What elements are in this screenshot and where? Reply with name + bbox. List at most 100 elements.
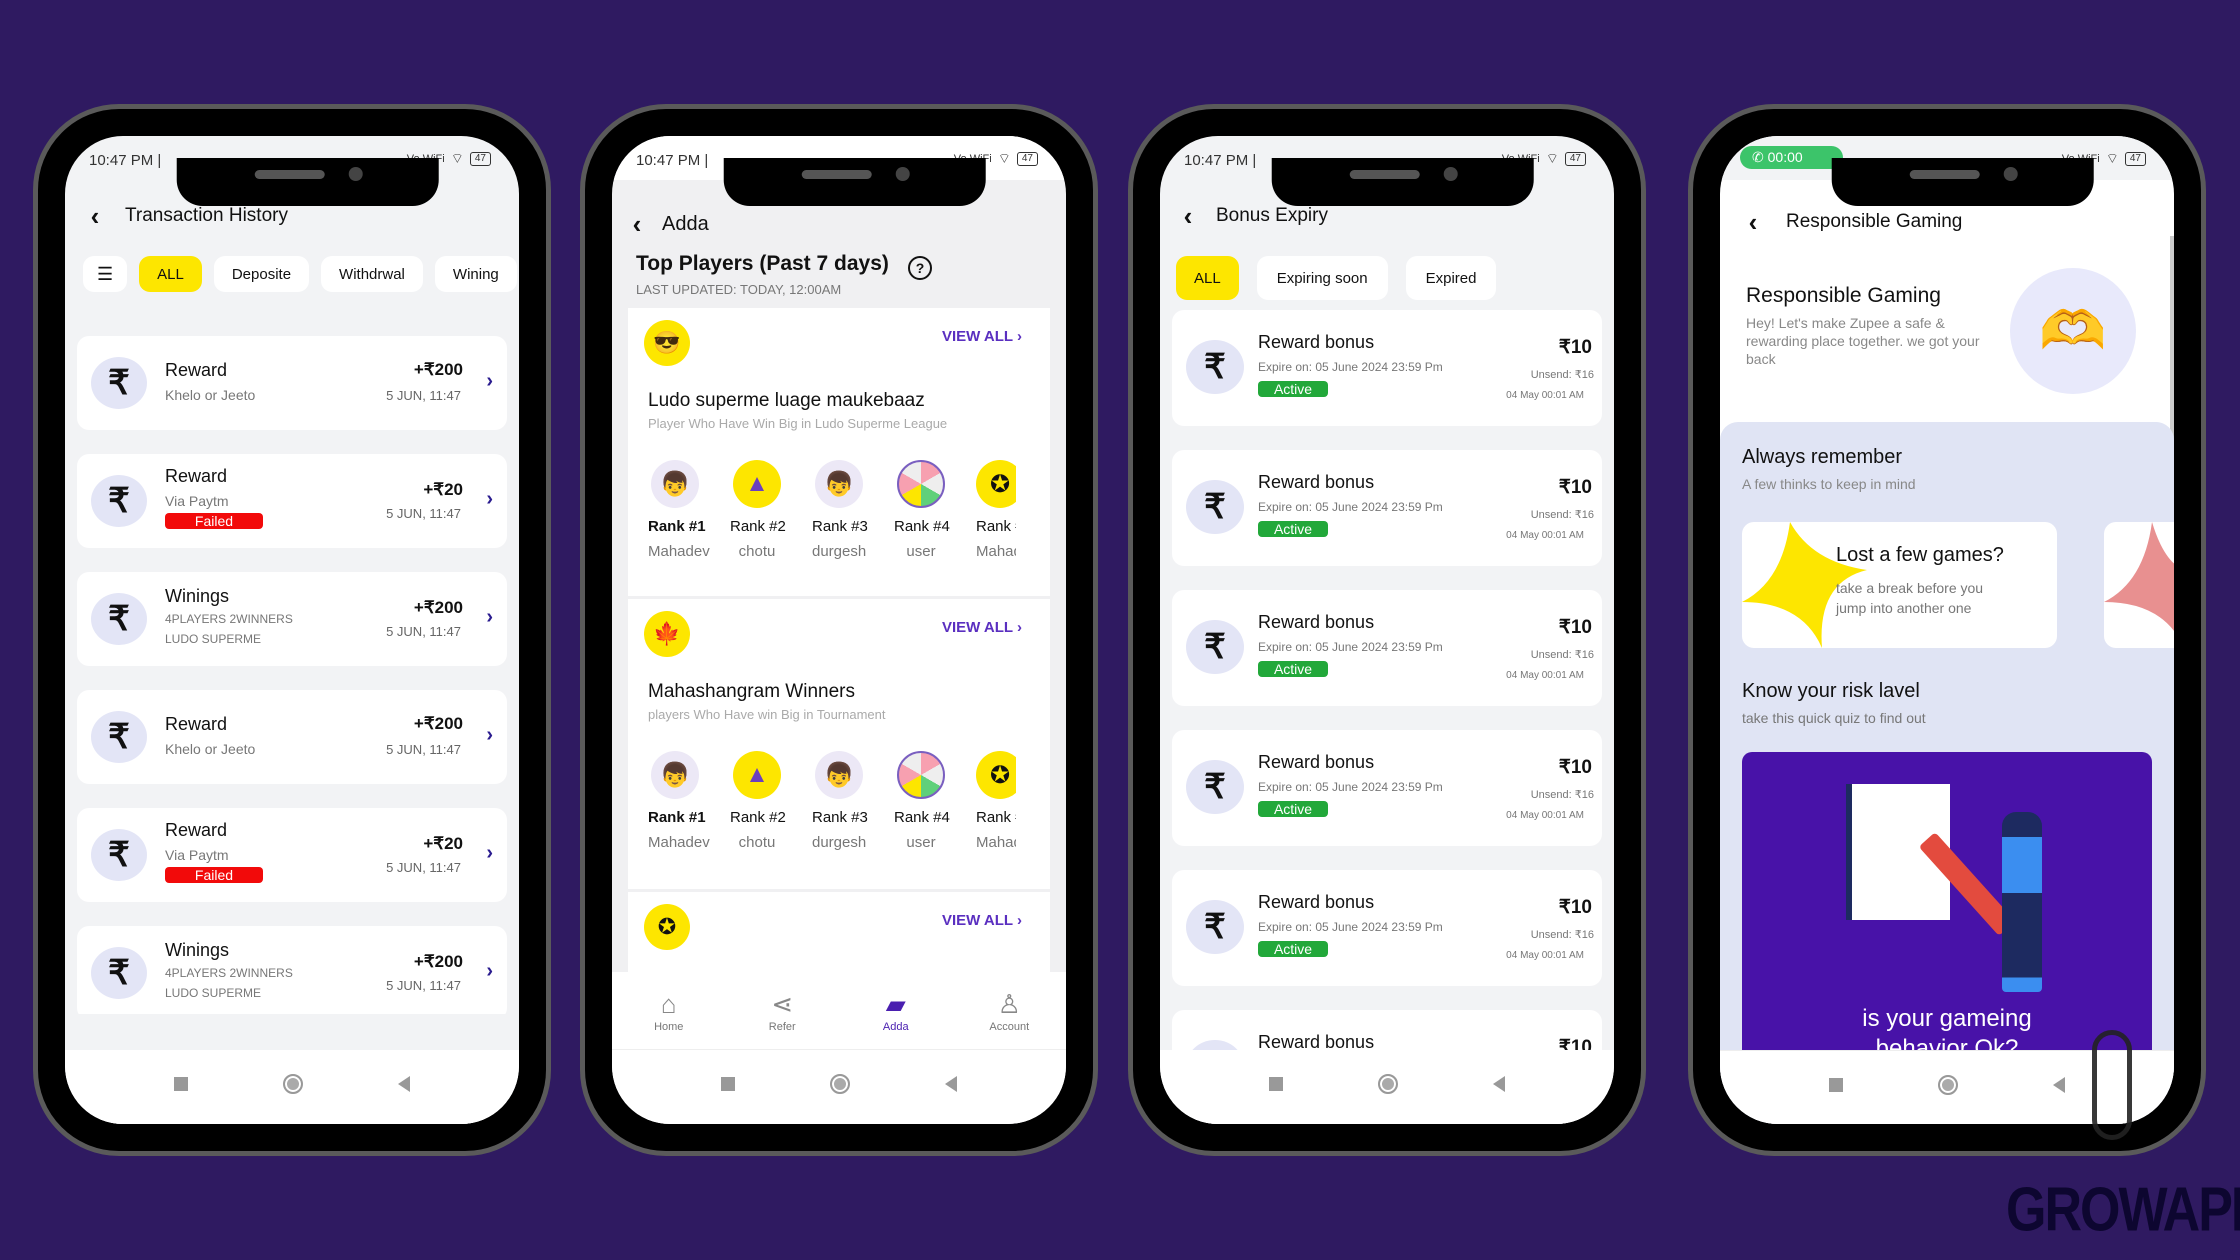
back-nav-button[interactable] <box>945 1076 957 1092</box>
filter-settings-button[interactable]: ☰ <box>83 256 128 292</box>
home-button[interactable] <box>283 1074 303 1094</box>
back-button[interactable]: ‹ <box>612 209 662 240</box>
person-illustration <box>2002 812 2042 992</box>
tab-adda[interactable]: ▰ Adda <box>861 989 931 1033</box>
view-all-button[interactable]: VIEW ALL › <box>942 619 1022 636</box>
sparkle-shape <box>2104 522 2174 632</box>
player-rank[interactable]: ✪Rank #Mahade <box>976 751 1016 851</box>
home-button[interactable] <box>1378 1074 1398 1094</box>
tip-card[interactable] <box>2104 522 2174 648</box>
bonus-item[interactable]: ₹ Reward bonusExpire on: 05 June 2024 23… <box>1172 310 1602 426</box>
call-indicator[interactable]: ✆ 00:00 <box>1740 146 1843 169</box>
home-button[interactable] <box>830 1074 850 1094</box>
tab-home[interactable]: ⌂ Home <box>634 989 704 1033</box>
transaction-item[interactable]: ₹ Winings 4PLAYERS 2WINNERS LUDO SUPERME +… <box>77 572 507 666</box>
item-amount: +₹20 <box>423 480 463 499</box>
recents-button[interactable] <box>1829 1077 1843 1092</box>
bonus-item[interactable]: ₹ Reward bonusExpire on: 05 June 2024 23… <box>1172 870 1602 986</box>
remember-title: Always remember <box>1742 446 1903 468</box>
back-nav-button[interactable] <box>1493 1076 1505 1092</box>
rank-list: 👦 Rank #1 Mahadev ▲ Rank #2 chotu 👦 Rank #3 du… <box>648 751 1016 851</box>
rupee-icon: ₹ <box>91 947 147 999</box>
item-title: Reward <box>165 714 228 734</box>
phone-bonus-expiry: 10:47 PM | Vo WiFi⌔47 ‹ Bonus Expiry ALL… <box>1128 104 1646 1156</box>
filter-all[interactable]: ALL <box>1176 256 1239 300</box>
star-emblem-icon: ✪ <box>976 460 1016 508</box>
chevron-right-icon: › <box>486 842 493 864</box>
filter-wining[interactable]: Wining <box>434 256 517 292</box>
view-all-button[interactable]: VIEW ALL › <box>942 912 1022 929</box>
home-icon: ⌂ <box>660 988 677 1019</box>
bonus-item[interactable]: ₹ Reward bonusExpire on: 05 June 2024 23… <box>1172 730 1602 846</box>
section-subtitle: Player Who Have Win Big in Ludo Superme … <box>648 416 948 431</box>
transaction-item[interactable]: ₹ Reward Khelo or Jeeto +₹200 5 JUN, 11:4… <box>77 336 507 430</box>
recents-button[interactable] <box>1269 1077 1283 1091</box>
back-button[interactable]: ‹ <box>1720 207 1786 238</box>
rupee-icon: ₹ <box>91 593 147 645</box>
screen: 10:47 PM | Vo WiFi⌔47 ‹ Bonus Expiry ALL… <box>1160 136 1614 1124</box>
rupee-icon: ₹ <box>1186 900 1244 954</box>
star-emblem-icon: ✪ <box>644 904 690 950</box>
transaction-item[interactable]: ₹ Reward Via Paytm Failed +₹20 5 JUN, 11:4… <box>77 808 507 902</box>
filter-all[interactable]: ALL <box>139 256 202 292</box>
filter-deposite[interactable]: Deposite <box>213 256 310 292</box>
player-rank[interactable]: Rank #4 user <box>894 460 950 560</box>
transaction-item[interactable]: ₹ Reward Via Paytm Failed +₹20 5 JUN, 11:4… <box>77 454 507 548</box>
chevron-right-icon: › <box>486 724 493 746</box>
back-button[interactable]: ‹ <box>65 201 125 232</box>
active-badge: Active <box>1258 521 1328 537</box>
help-icon[interactable]: ? <box>908 256 932 280</box>
recents-button[interactable] <box>721 1077 735 1091</box>
quiz-card[interactable]: is your gameing behavior Ok? <box>1742 752 2152 1072</box>
item-subtitle: 4PLAYERS 2WINNERS <box>165 966 293 980</box>
back-button[interactable]: ‹ <box>1160 201 1216 232</box>
top-players-heading: Top Players (Past 7 days) <box>636 252 889 275</box>
item-title: Reward <box>165 466 228 486</box>
phone-transaction-history: 10:47 PM | Vo WiFi⌔47 ‹ Transaction Hist… <box>33 104 551 1156</box>
player-rank[interactable]: Rank #4 user <box>894 751 950 851</box>
star-emblem-icon: ✪ <box>976 751 1016 799</box>
filter-expiring-soon[interactable]: Expiring soon <box>1256 256 1388 300</box>
back-nav-button[interactable] <box>398 1076 410 1092</box>
chevron-right-icon: › <box>486 606 493 628</box>
content-panel: Always remember A few thinks to keep in … <box>1720 422 2174 1124</box>
recents-button[interactable] <box>174 1077 188 1091</box>
tip-text: take a break before you jump into anothe… <box>1836 580 1984 616</box>
spin-wheel-icon <box>897 751 945 799</box>
bonus-item[interactable]: ₹ Reward bonusExpire on: 05 June 2024 23… <box>1172 590 1602 706</box>
tab-account[interactable]: ♙ Account <box>974 989 1044 1033</box>
item-subtitle: Via Paytm <box>165 493 229 509</box>
rupee-icon: ₹ <box>91 357 147 409</box>
view-all-button[interactable]: VIEW ALL › <box>942 328 1022 345</box>
bonus-item[interactable]: ₹ Reward bonusExpire on: 05 June 2024 23… <box>1172 450 1602 566</box>
player-rank[interactable]: ✪Rank #Mahade <box>976 460 1016 560</box>
chevron-right-icon: › <box>486 960 493 982</box>
transaction-item[interactable]: ₹ Winings 4PLAYERS 2WINNERS LUDO SUPERME +… <box>77 926 507 1020</box>
notch <box>1271 158 1534 206</box>
transaction-list: ₹ Reward Khelo or Jeeto +₹200 5 JUN, 11:4… <box>77 336 507 1124</box>
filter-withdrwal[interactable]: Withdrwal <box>321 256 423 292</box>
active-badge: Active <box>1258 941 1328 957</box>
rupee-icon: ₹ <box>1186 620 1244 674</box>
player-rank[interactable]: 👦 Rank #1 Mahadev <box>648 751 710 851</box>
rupee-icon: ₹ <box>1186 340 1244 394</box>
home-button[interactable] <box>1938 1074 1958 1095</box>
item-date: 5 JUN, 11:47 <box>386 388 461 403</box>
tip-title: Lost a few games? <box>1836 544 2004 566</box>
player-rank[interactable]: 👦 Rank #3 durgesh <box>812 460 868 560</box>
maple-leaf-icon: 🍁 <box>644 611 690 657</box>
player-rank[interactable]: 👦 Rank #1 Mahadev <box>648 460 710 560</box>
transaction-item[interactable]: ₹ Reward Khelo or Jeeto +₹200 5 JUN, 11:4… <box>77 690 507 784</box>
player-rank[interactable]: 👦 Rank #3 durgesh <box>812 751 868 851</box>
tab-refer[interactable]: ⋖ Refer <box>747 989 817 1033</box>
player-rank[interactable]: ▲ Rank #2 chotu <box>730 751 786 851</box>
sliders-icon: ☰ <box>97 263 114 284</box>
tip-card[interactable]: Lost a few games? take a break before yo… <box>1742 522 2057 648</box>
back-nav-button[interactable] <box>2053 1076 2065 1093</box>
android-nav-bar <box>612 1050 1066 1124</box>
page-title: Responsible Gaming <box>1786 211 1963 232</box>
watermark: GROWAPPWITHME <box>2006 1175 2240 1245</box>
player-rank[interactable]: ▲ Rank #2 chotu <box>730 460 786 560</box>
active-badge: Active <box>1258 801 1328 817</box>
filter-expired[interactable]: Expired <box>1405 256 1497 300</box>
